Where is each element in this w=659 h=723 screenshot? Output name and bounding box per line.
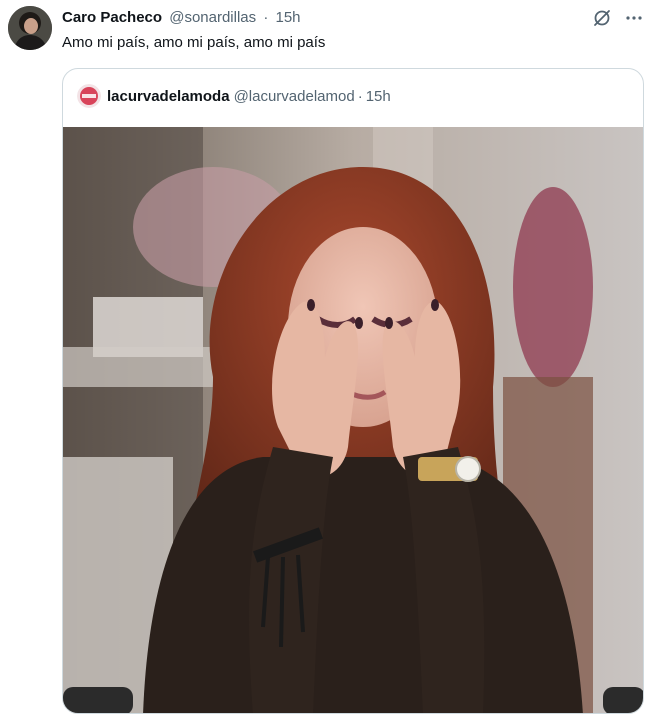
author-handle[interactable]: @sonardillas xyxy=(169,9,256,26)
tweet-timestamp[interactable]: 15h xyxy=(276,9,301,26)
header-actions xyxy=(591,7,645,29)
tweet-header: Caro Pacheco @sonardillas · 15h xyxy=(62,8,301,28)
quote-media-image[interactable] xyxy=(63,127,643,713)
separator-dot: · xyxy=(263,9,269,26)
quote-author-name[interactable]: lacurvadelamoda xyxy=(107,88,230,105)
more-icon[interactable] xyxy=(623,7,645,29)
quote-author-avatar[interactable] xyxy=(77,84,101,108)
tweet[interactable]: Caro Pacheco @sonardillas · 15h Amo mi p… xyxy=(0,0,659,723)
quote-author-handle[interactable]: @lacurvadelamod xyxy=(234,88,355,105)
quoted-tweet[interactable]: lacurvadelamoda @lacurvadelamod · 15h xyxy=(62,68,644,714)
quote-header: lacurvadelamoda @lacurvadelamod · 15h xyxy=(77,84,391,108)
quote-timestamp[interactable]: 15h xyxy=(366,88,391,105)
author-name[interactable]: Caro Pacheco xyxy=(62,9,162,26)
author-avatar[interactable] xyxy=(8,6,52,50)
grok-icon[interactable] xyxy=(591,7,613,29)
tweet-text: Amo mi país, amo mi país, amo mi país xyxy=(62,34,326,51)
separator-dot: · xyxy=(357,87,363,105)
